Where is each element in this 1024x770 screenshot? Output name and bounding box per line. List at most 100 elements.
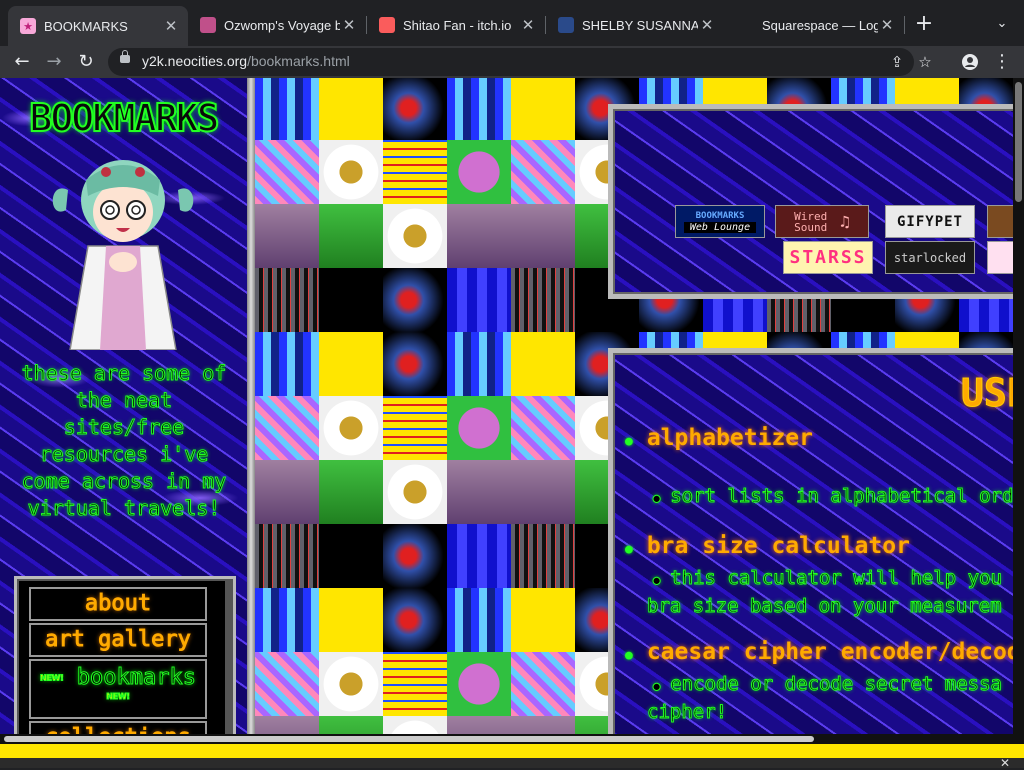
collage-tile xyxy=(255,460,319,524)
tool-description: ● sort lists in alphabetical ord xyxy=(652,483,1014,511)
collage-tile xyxy=(383,140,447,204)
collage-tile xyxy=(255,524,319,588)
close-tab-icon[interactable]: ✕ xyxy=(519,16,537,34)
collage-tile xyxy=(319,140,383,204)
collage-tile xyxy=(255,588,319,652)
collage-tile xyxy=(511,268,575,332)
collage-tile xyxy=(383,588,447,652)
nav-link-collections[interactable]: collections xyxy=(29,721,207,734)
close-tab-icon[interactable]: ✕ xyxy=(162,17,180,35)
tab-title: SHELBY SUSANNAH xyxy=(582,17,698,33)
collage-tile xyxy=(511,716,575,734)
starlocked-button[interactable]: starlocked xyxy=(885,241,975,274)
address-bar[interactable]: y2k.neocities.org/bookmarks.html ⇪ ☆ xyxy=(108,48,932,76)
bookmark-star-icon[interactable]: ☆ xyxy=(914,52,936,72)
collage-tile xyxy=(383,396,447,460)
collage-tile xyxy=(447,460,511,524)
page-vertical-scrollbar[interactable] xyxy=(1013,78,1024,734)
squarespace-icon xyxy=(738,17,754,33)
url-path: /bookmarks.html xyxy=(247,53,350,69)
tools-panel: USE ● alphabetizer ● sort lists in alphabe… xyxy=(608,348,1024,734)
collage-tile xyxy=(511,588,575,652)
page-footer-strip xyxy=(0,744,1024,758)
collage-tile xyxy=(255,716,319,734)
starss-button[interactable]: STARSS xyxy=(783,241,873,274)
anime-girl-mascot-image xyxy=(52,160,194,350)
tab-search-chevron-icon[interactable]: ⌄ xyxy=(992,14,1012,34)
collage-tile xyxy=(255,652,319,716)
collage-tile xyxy=(383,78,447,140)
wired-sound-button[interactable]: Wired Sound ♫ xyxy=(775,205,869,238)
tool-item-bra-size-calculator[interactable]: ● bra size calculator xyxy=(625,533,910,559)
collage-tile xyxy=(319,524,383,588)
button-label: Wired Sound xyxy=(794,209,828,234)
collage-tile xyxy=(447,524,511,588)
collage-tile xyxy=(511,524,575,588)
nav-link-art-gallery[interactable]: art gallery xyxy=(29,623,207,657)
scrollbar-thumb[interactable] xyxy=(4,736,814,742)
itchio-icon xyxy=(379,17,395,33)
lock-icon xyxy=(120,50,130,63)
more-menu-icon[interactable]: ⋮ xyxy=(990,50,1014,74)
bullet-icon: ● xyxy=(652,491,661,506)
square-logo-icon xyxy=(558,17,574,33)
back-arrow-icon[interactable]: ← xyxy=(10,50,34,74)
collage-tile xyxy=(447,78,511,140)
sidebar-divider xyxy=(247,78,255,734)
sidebar: BOOKMARKS these are some of the neat sit… xyxy=(0,78,247,734)
tool-description: ● this calculator will help you bra size … xyxy=(647,565,1003,619)
collage-tile xyxy=(255,78,319,140)
gifypet-button[interactable]: GIFYPET xyxy=(885,205,975,238)
page-horizontal-scrollbar[interactable] xyxy=(0,734,1024,744)
tab-title: BOOKMARKS xyxy=(44,18,128,34)
tool-description-line: sort lists in alphabetical ord xyxy=(670,485,1014,508)
tool-item-alphabetizer[interactable]: ● alphabetizer xyxy=(625,425,813,451)
scrollbar-thumb[interactable] xyxy=(1015,82,1022,202)
reload-icon[interactable]: ↻ xyxy=(74,50,98,74)
tab-ozwomp[interactable]: Ozwomp's Voyage b ✕ xyxy=(188,8,366,42)
collage-tile xyxy=(511,204,575,268)
nav-link-about[interactable]: about xyxy=(29,587,207,621)
tool-description-line: this calculator will help you xyxy=(670,567,1003,590)
bullet-icon: ● xyxy=(625,434,633,449)
nav-link-bookmarks[interactable]: NEW! bookmarks NEW! xyxy=(29,659,207,719)
profile-avatar-icon[interactable] xyxy=(958,50,982,74)
close-tab-icon[interactable]: ✕ xyxy=(878,16,896,34)
share-icon[interactable]: ⇪ xyxy=(886,52,908,72)
tab-squarespace[interactable]: Squarespace — Log ✕ xyxy=(726,8,904,42)
bullet-icon: ● xyxy=(625,648,633,663)
collage-tile xyxy=(319,652,383,716)
tab-separator xyxy=(904,16,905,34)
close-tab-icon[interactable]: ✕ xyxy=(340,16,358,34)
collage-tile xyxy=(511,396,575,460)
collage-tile xyxy=(383,460,447,524)
new-tab-button[interactable]: + xyxy=(912,12,936,36)
collage-tile xyxy=(447,588,511,652)
bullet-icon: ● xyxy=(625,542,633,557)
sidebar-nav: about art gallery NEW! bookmarks NEW! co… xyxy=(14,576,236,734)
page-viewport: BOOKMARKS these are some of the neat sit… xyxy=(0,78,1024,734)
sidebar-blurb: these are some of the neat sites/free re… xyxy=(21,361,227,521)
collage-tile xyxy=(447,332,511,396)
tool-description-line: encode or decode secret messa xyxy=(670,673,1003,696)
collage-tile xyxy=(447,268,511,332)
tab-shelby[interactable]: SHELBY SUSANNAH ✕ xyxy=(546,8,724,42)
tool-item-caesar-cipher[interactable]: ● caesar cipher encoder/decod xyxy=(625,639,1021,665)
tab-itchio[interactable]: Shitao Fan - itch.io ✕ xyxy=(367,8,545,42)
button-subtitle: BOOKMARKS xyxy=(695,210,745,221)
nav-scrollbar[interactable] xyxy=(225,579,233,734)
button-label: Web Lounge xyxy=(683,221,757,233)
collage-tile xyxy=(383,652,447,716)
tab-title: Squarespace — Log xyxy=(762,17,878,33)
web-lounge-button[interactable]: BOOKMARKS Web Lounge xyxy=(675,205,765,238)
collage-tile xyxy=(255,396,319,460)
collage-tile xyxy=(447,716,511,734)
url-text: y2k.neocities.org/bookmarks.html xyxy=(142,53,350,69)
forward-arrow-icon[interactable]: → xyxy=(42,50,66,74)
collage-tile xyxy=(255,268,319,332)
collage-tile xyxy=(511,78,575,140)
collage-tile xyxy=(255,140,319,204)
collage-tile xyxy=(255,332,319,396)
tab-bookmarks[interactable]: ★ BOOKMARKS ✕ xyxy=(8,6,188,46)
close-tab-icon[interactable]: ✕ xyxy=(698,16,716,34)
